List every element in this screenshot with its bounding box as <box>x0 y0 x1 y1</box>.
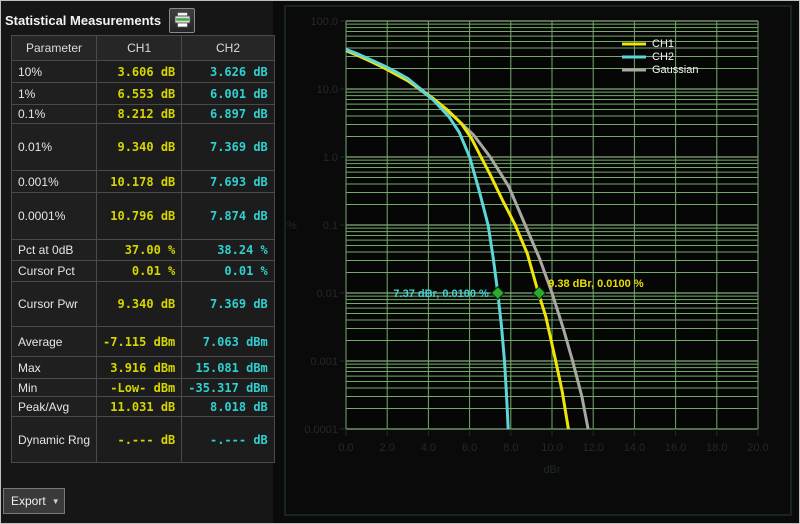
cursor-annotation: 7.37 dBr, 0.0100 % <box>393 288 489 300</box>
ch2-value-cell: 6.001 dB <box>182 83 274 105</box>
parameter-cell: Cursor Pct <box>12 261 97 282</box>
ch1-value-cell: -Low- dBm <box>97 379 182 397</box>
ch1-value-cell: 0.01 % <box>97 261 182 282</box>
parameter-cell: 0.01% <box>12 124 97 171</box>
ccdf-chart-panel: 100.0 10.0 1.0 0.1 0.01 0.001 0.00010.0 2.0 4.0 6… <box>284 5 792 516</box>
legend-label-ch2: CH2 <box>652 51 674 63</box>
ch1-value-cell: 10.178 dB <box>97 171 182 193</box>
panel-header: Statistical Measurements <box>5 7 195 33</box>
table-row: 0.001%10.178 dB7.693 dB <box>12 171 275 193</box>
y-axis-label: % <box>287 220 297 232</box>
ch2-value-cell: -.--- dB <box>182 417 274 463</box>
parameter-cell: Max <box>12 357 97 379</box>
x-tick-label: 12.0 <box>582 442 603 454</box>
ch1-value-cell: 9.340 dB <box>97 124 182 171</box>
column-header-ch2: CH2 <box>182 36 274 61</box>
ch2-value-cell: 3.626 dB <box>182 61 274 83</box>
printer-icon <box>174 12 191 28</box>
panel-title: Statistical Measurements <box>5 13 161 28</box>
ch1-value-cell: 8.212 dB <box>97 105 182 124</box>
ch1-value-cell: 6.553 dB <box>97 83 182 105</box>
chevron-down-icon: ▼ <box>52 497 60 506</box>
ch2-value-cell: 7.693 dB <box>182 171 274 193</box>
app-window: Statistical Measurements ParameterCH1CH2… <box>0 0 800 524</box>
table-row: 10%3.606 dB3.626 dB <box>12 61 275 83</box>
x-tick-label: 4.0 <box>421 442 436 454</box>
ch1-value-cell: 3.916 dBm <box>97 357 182 379</box>
ch2-value-cell: 8.018 dB <box>182 397 274 417</box>
table-row: Peak/Avg11.031 dB8.018 dB <box>12 397 275 417</box>
table-row: 0.0001%10.796 dB7.874 dB <box>12 193 275 240</box>
parameter-cell: Dynamic Rng <box>12 417 97 463</box>
x-tick-label: 6.0 <box>462 442 477 454</box>
cursor-annotation: 9.38 dBr, 0.0100 % <box>548 278 644 290</box>
ch2-value-cell: 6.897 dB <box>182 105 274 124</box>
parameter-cell: 0.1% <box>12 105 97 124</box>
parameter-cell: 10% <box>12 61 97 83</box>
ch1-value-cell: -.--- dB <box>97 417 182 463</box>
parameter-cell: Cursor Pwr <box>12 282 97 327</box>
x-tick-label: 10.0 <box>541 442 562 454</box>
ch2-value-cell: -35.317 dBm <box>182 379 274 397</box>
y-tick-label: 0.0001 <box>304 424 338 436</box>
x-axis-label: dBr <box>543 464 560 476</box>
ch2-value-cell: 7.369 dB <box>182 124 274 171</box>
y-tick-label: 100.0 <box>310 16 338 28</box>
ch1-value-cell: 10.796 dB <box>97 193 182 240</box>
table-row: 1%6.553 dB6.001 dB <box>12 83 275 105</box>
parameter-cell: Average <box>12 327 97 357</box>
ch2-value-cell: 38.24 % <box>182 240 274 261</box>
measurements-table: ParameterCH1CH2 10%3.606 dB3.626 dB1%6.5… <box>11 35 275 463</box>
ch1-value-cell: 3.606 dB <box>97 61 182 83</box>
table-row: Max3.916 dBm15.081 dBm <box>12 357 275 379</box>
ch2-value-cell: 15.081 dBm <box>182 357 274 379</box>
x-tick-label: 20.0 <box>747 442 768 454</box>
y-tick-label: 0.001 <box>310 356 338 368</box>
table-row: Average-7.115 dBm7.063 dBm <box>12 327 275 357</box>
export-label: Export <box>11 494 46 508</box>
x-tick-label: 14.0 <box>624 442 645 454</box>
ch2-value-cell: 7.369 dB <box>182 282 274 327</box>
column-header-ch1: CH1 <box>97 36 182 61</box>
table-header-row: ParameterCH1CH2 <box>12 36 275 61</box>
ch1-value-cell: -7.115 dBm <box>97 327 182 357</box>
ch1-value-cell: 9.340 dB <box>97 282 182 327</box>
print-button[interactable] <box>169 8 195 33</box>
y-tick-label: 0.1 <box>323 220 338 232</box>
ch1-value-cell: 37.00 % <box>97 240 182 261</box>
ch2-value-cell: 7.874 dB <box>182 193 274 240</box>
y-tick-label: 10.0 <box>317 84 338 96</box>
table-row: Cursor Pct0.01 %0.01 % <box>12 261 275 282</box>
x-tick-label: 0.0 <box>338 442 353 454</box>
parameter-cell: Min <box>12 379 97 397</box>
table-row: Dynamic Rng-.--- dB-.--- dB <box>12 417 275 463</box>
x-tick-label: 2.0 <box>380 442 395 454</box>
table-row: 0.1%8.212 dB6.897 dB <box>12 105 275 124</box>
table-row: 0.01%9.340 dB7.369 dB <box>12 124 275 171</box>
column-header-parameter: Parameter <box>12 36 97 61</box>
legend-label-ch1: CH1 <box>652 38 674 50</box>
parameter-cell: Peak/Avg <box>12 397 97 417</box>
parameter-cell: 0.001% <box>12 171 97 193</box>
x-tick-label: 18.0 <box>706 442 727 454</box>
parameter-cell: Pct at 0dB <box>12 240 97 261</box>
y-tick-label: 0.01 <box>317 288 338 300</box>
ccdf-plot: 100.0 10.0 1.0 0.1 0.01 0.001 0.00010.0 2.0 4.0 6… <box>286 7 790 514</box>
parameter-cell: 1% <box>12 83 97 105</box>
ch1-value-cell: 11.031 dB <box>97 397 182 417</box>
table-row: Min-Low- dBm-35.317 dBm <box>12 379 275 397</box>
statistical-measurements-panel: Statistical Measurements ParameterCH1CH2… <box>1 1 273 523</box>
table-row: Pct at 0dB37.00 %38.24 % <box>12 240 275 261</box>
ch2-value-cell: 0.01 % <box>182 261 274 282</box>
table-row: Cursor Pwr9.340 dB7.369 dB <box>12 282 275 327</box>
legend-label-gaussian: Gaussian <box>652 64 698 76</box>
ch2-value-cell: 7.063 dBm <box>182 327 274 357</box>
parameter-cell: 0.0001% <box>12 193 97 240</box>
x-tick-label: 8.0 <box>503 442 518 454</box>
y-tick-label: 1.0 <box>323 152 338 164</box>
x-tick-label: 16.0 <box>665 442 686 454</box>
export-button[interactable]: Export ▼ <box>3 488 65 514</box>
